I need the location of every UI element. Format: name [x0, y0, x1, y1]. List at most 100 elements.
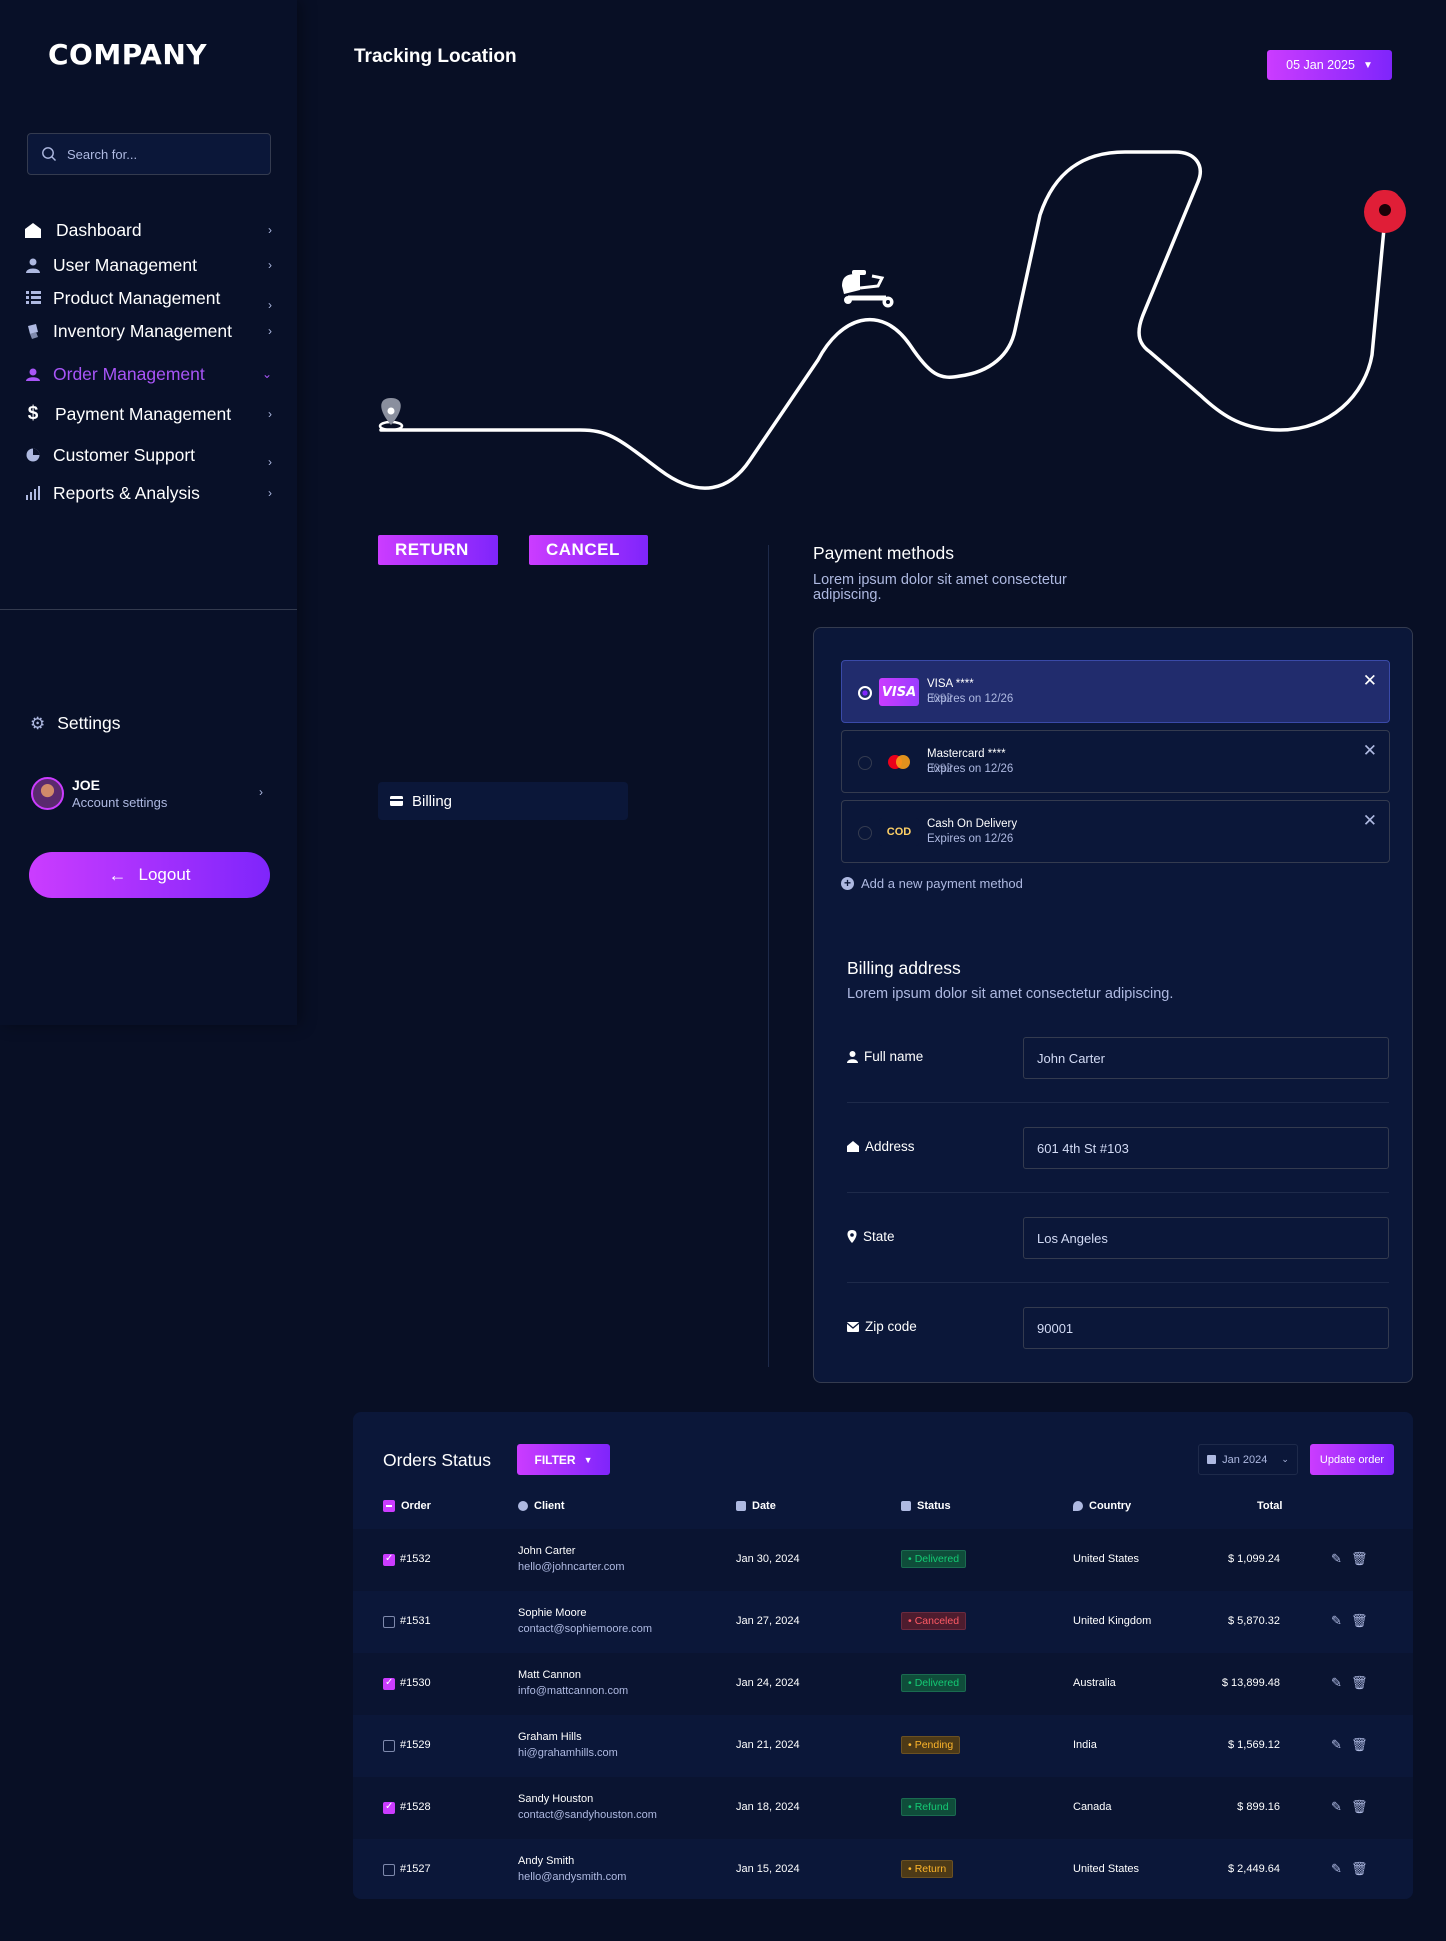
- column-client[interactable]: Client: [518, 1500, 565, 1512]
- order-total: $ 13,899.48: [1221, 1677, 1280, 1689]
- row-checkbox[interactable]: [383, 1616, 395, 1628]
- field-label-text: Full name: [864, 1049, 924, 1064]
- field-label-text: State: [863, 1229, 895, 1244]
- edit-icon[interactable]: ✎: [1331, 1613, 1342, 1629]
- payment-card-visa[interactable]: VISA VISA **** Expires on 12/26 8092 ✕: [841, 660, 1390, 723]
- account-settings[interactable]: JOE Account settings ›: [31, 775, 263, 811]
- update-order-button[interactable]: Update order: [1310, 1444, 1394, 1475]
- field-divider: [847, 1102, 1389, 1103]
- payment-card-mastercard[interactable]: Mastercard **** Expires on 12/26 8092 ✕: [841, 730, 1390, 793]
- column-total[interactable]: Total: [1257, 1500, 1282, 1512]
- trash-icon[interactable]: 🗑: [1351, 1613, 1368, 1629]
- column-status[interactable]: Status: [901, 1500, 951, 1512]
- column-label: Date: [752, 1500, 776, 1512]
- column-order[interactable]: Order: [383, 1500, 431, 1512]
- row-checkbox[interactable]: [383, 1801, 395, 1814]
- orders-date-picker[interactable]: Jan 2024 ⌄: [1198, 1444, 1298, 1475]
- order-date: Jan 27, 2024: [736, 1615, 800, 1627]
- edit-icon[interactable]: ✎: [1331, 1799, 1342, 1815]
- cancel-button[interactable]: CANCEL: [529, 535, 648, 565]
- trash-icon[interactable]: 🗑: [1351, 1551, 1368, 1567]
- table-row[interactable]: #1532 John Carter hello@johncarter.com J…: [353, 1529, 1413, 1591]
- order-date: Jan 18, 2024: [736, 1801, 800, 1813]
- logout-button[interactable]: ← Logout: [29, 852, 270, 898]
- full-name-field[interactable]: [1023, 1037, 1389, 1079]
- state-field[interactable]: [1023, 1217, 1389, 1259]
- tracking-route-map: [378, 150, 1406, 490]
- mail-icon: [847, 1321, 859, 1332]
- field-label-text: Zip code: [865, 1319, 917, 1334]
- card-title: Cash On Delivery: [927, 818, 1018, 830]
- radio-button[interactable]: [858, 826, 872, 840]
- order-total: $ 5,870.32: [1228, 1615, 1280, 1627]
- order-country: United States: [1073, 1553, 1140, 1565]
- edit-icon[interactable]: ✎: [1331, 1861, 1342, 1877]
- add-payment-method-link[interactable]: + Add a new payment method: [841, 876, 1023, 891]
- status-text: Delivered: [914, 1553, 960, 1565]
- card-title: VISA ****: [927, 678, 974, 690]
- filter-button[interactable]: FILTER ▼: [517, 1444, 610, 1475]
- orders-status-panel: Orders Status FILTER ▼ Jan 2024 ⌄ Update…: [353, 1412, 1413, 1899]
- check-square-icon: [901, 1501, 911, 1511]
- user-icon: [518, 1501, 528, 1511]
- edit-icon[interactable]: ✎: [1331, 1737, 1342, 1753]
- status-badge: • Canceled: [901, 1612, 967, 1630]
- client-email: hello@andysmith.com: [518, 1871, 627, 1883]
- edit-icon[interactable]: ✎: [1331, 1551, 1342, 1567]
- client-cell: Andy Smith hello@andysmith.com: [518, 1855, 626, 1883]
- calendar-icon: [1207, 1455, 1217, 1464]
- status-badge: • Refund: [901, 1798, 956, 1816]
- trash-icon[interactable]: 🗑: [1351, 1861, 1368, 1877]
- start-pin-icon: [378, 398, 404, 432]
- card-number: 8092: [927, 693, 953, 705]
- location-pin-icon: [1073, 1501, 1083, 1511]
- select-all-checkbox[interactable]: [383, 1500, 395, 1512]
- settings-item[interactable]: ⚙ Settings: [30, 713, 120, 734]
- column-date[interactable]: Date: [736, 1500, 776, 1512]
- table-row[interactable]: #1529 Graham Hills hi@grahamhills.com Ja…: [353, 1715, 1413, 1777]
- column-label: Client: [534, 1500, 565, 1512]
- orders-date-label: Jan 2024: [1222, 1453, 1268, 1466]
- card-number: 8092: [927, 763, 953, 775]
- column-label: Order: [401, 1500, 431, 1512]
- tab-billing[interactable]: Billing: [378, 782, 628, 820]
- field-label-text: Address: [865, 1139, 915, 1154]
- return-label: RETURN: [395, 540, 469, 559]
- order-id: #1532: [400, 1553, 431, 1565]
- table-row[interactable]: #1530 Matt Cannon info@mattcannon.com Ja…: [353, 1653, 1413, 1715]
- status-text: Delivered: [914, 1677, 960, 1689]
- settings-label: Settings: [57, 713, 121, 733]
- route-line: [379, 150, 1387, 490]
- status-text: Canceled: [914, 1615, 960, 1627]
- row-checkbox[interactable]: [383, 1677, 395, 1690]
- order-date: Jan 30, 2024: [736, 1553, 800, 1565]
- card-expiry: Expires on 12/26: [927, 833, 1014, 845]
- close-icon[interactable]: ✕: [1363, 811, 1377, 831]
- cancel-label: CANCEL: [546, 540, 620, 559]
- home-icon: [847, 1141, 859, 1152]
- row-checkbox[interactable]: [383, 1740, 395, 1752]
- table-row[interactable]: #1527 Andy Smith hello@andysmith.com Jan…: [353, 1839, 1413, 1899]
- column-country[interactable]: Country: [1073, 1500, 1131, 1512]
- trash-icon[interactable]: 🗑: [1351, 1799, 1368, 1815]
- return-button[interactable]: RETURN: [378, 535, 498, 565]
- close-icon[interactable]: ✕: [1363, 671, 1377, 691]
- location-pin-icon: [847, 1230, 857, 1243]
- visa-logo: VISA: [879, 678, 919, 706]
- table-row[interactable]: #1528 Sandy Houston contact@sandyhouston…: [353, 1777, 1413, 1839]
- row-checkbox[interactable]: [383, 1553, 395, 1566]
- trash-icon[interactable]: 🗑: [1351, 1675, 1368, 1691]
- add-payment-method-label: Add a new payment method: [861, 876, 1023, 891]
- close-icon[interactable]: ✕: [1363, 741, 1377, 761]
- payment-card-cod[interactable]: COD Cash On Delivery Expires on 12/26 ✕: [841, 800, 1390, 863]
- status-text: Refund: [914, 1801, 949, 1813]
- edit-icon[interactable]: ✎: [1331, 1675, 1342, 1691]
- row-checkbox[interactable]: [383, 1864, 395, 1876]
- address-field[interactable]: [1023, 1127, 1389, 1169]
- table-row[interactable]: #1531 Sophie Moore contact@sophiemoore.c…: [353, 1591, 1413, 1653]
- radio-button[interactable]: [858, 756, 872, 770]
- trash-icon[interactable]: 🗑: [1351, 1737, 1368, 1753]
- client-cell: Graham Hills hi@grahamhills.com: [518, 1731, 618, 1759]
- radio-button[interactable]: [858, 686, 872, 700]
- zip-code-field[interactable]: [1023, 1307, 1389, 1349]
